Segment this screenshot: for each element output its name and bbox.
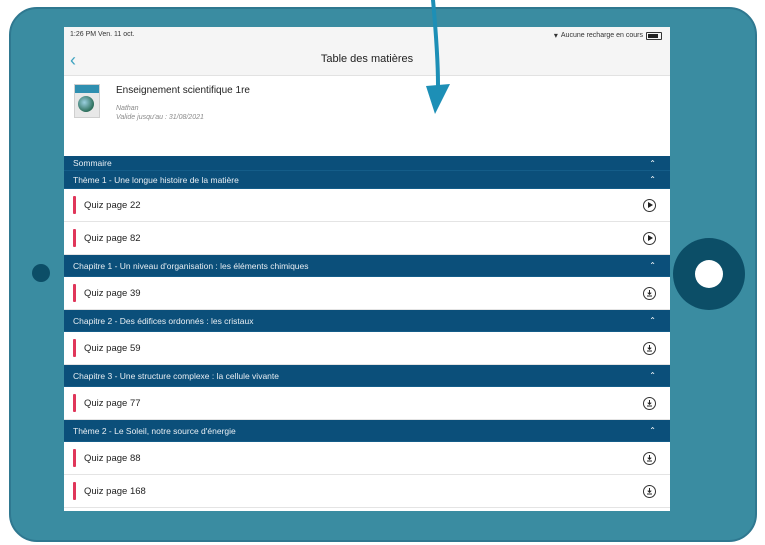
quiz-label: Quiz page 59 xyxy=(84,342,141,354)
pointer-arrow-icon xyxy=(426,0,450,114)
list-item[interactable]: Quiz page 59 xyxy=(64,332,670,365)
summary-label: Sommaire xyxy=(73,158,112,168)
section-title: Thème 2 - Le Soleil, notre source d'éner… xyxy=(73,425,236,436)
chevron-up-icon[interactable]: ⌃ xyxy=(649,316,656,325)
download-icon[interactable] xyxy=(643,484,656,498)
status-clock: 1:26 PM xyxy=(70,31,97,38)
camera-dot xyxy=(32,264,50,282)
section-header[interactable]: Chapitre 2 - Des édifices ordonnés : les… xyxy=(64,310,670,332)
chevron-up-icon[interactable]: ⌃ xyxy=(649,371,656,380)
list-item[interactable]: Quiz page 168 xyxy=(64,475,670,508)
list-item[interactable]: Quiz page 88 xyxy=(64,442,670,475)
book-title: Enseignement scientifique 1re xyxy=(116,85,250,96)
list-item[interactable]: Quiz page 22 xyxy=(64,189,670,222)
status-date: Ven. 11 oct. xyxy=(98,31,135,38)
play-icon[interactable] xyxy=(643,231,656,245)
wifi-icon: ▾ xyxy=(553,31,558,40)
battery-icon xyxy=(646,31,662,40)
download-icon[interactable] xyxy=(643,286,656,300)
chevron-up-icon[interactable]: ⌃ xyxy=(649,261,656,270)
chevron-up-icon[interactable]: ⌃ xyxy=(649,175,656,184)
accent-bar xyxy=(73,229,76,247)
chevron-up-icon[interactable]: ⌃ xyxy=(649,159,656,168)
section-title: Thème 1 - Une longue histoire de la mati… xyxy=(73,174,239,185)
book-info: Enseignement scientifique 1re Nathan Val… xyxy=(64,76,670,136)
accent-bar xyxy=(73,339,76,357)
quiz-label: Quiz page 22 xyxy=(84,199,141,211)
cover-image xyxy=(78,96,94,112)
list-item[interactable]: Quiz page 77 xyxy=(64,387,670,420)
section-title: Chapitre 3 - Une structure complexe : la… xyxy=(73,370,279,381)
section-header[interactable]: Chapitre 3 - Une structure complexe : la… xyxy=(64,365,670,387)
quiz-label: Quiz page 88 xyxy=(84,452,141,464)
list-item[interactable]: Quiz page 82 xyxy=(64,222,670,255)
status-charge: Aucune recharge en cours xyxy=(560,32,643,39)
status-right: ▾ Aucune recharge en cours xyxy=(554,31,662,40)
accent-bar xyxy=(73,449,76,467)
section-header[interactable]: Chapitre 1 - Un niveau d'organisation : … xyxy=(64,255,670,277)
quiz-label: Quiz page 82 xyxy=(84,232,141,244)
quiz-label: Quiz page 39 xyxy=(84,287,141,299)
nav-bar: ‹ Table des matières xyxy=(64,45,670,76)
accent-bar xyxy=(73,284,76,302)
accent-bar xyxy=(73,482,76,500)
section-title: Chapitre 1 - Un niveau d'organisation : … xyxy=(73,260,309,271)
download-icon[interactable] xyxy=(643,396,656,410)
home-button-center xyxy=(695,260,723,288)
play-icon[interactable] xyxy=(643,198,656,212)
section-title: Chapitre 2 - Des édifices ordonnés : les… xyxy=(73,315,254,326)
accent-bar xyxy=(73,394,76,412)
quiz-label: Quiz page 168 xyxy=(84,485,146,497)
download-icon[interactable] xyxy=(643,341,656,355)
book-cover xyxy=(74,84,100,118)
accent-bar xyxy=(73,196,76,214)
section-header[interactable]: Thème 2 - Le Soleil, notre source d'éner… xyxy=(64,420,670,442)
app-screen: 1:26 PM Ven. 11 oct. ▾ Aucune recharge e… xyxy=(64,27,670,511)
home-button[interactable] xyxy=(673,238,745,310)
list-item[interactable]: Quiz page 39 xyxy=(64,277,670,310)
page-title: Table des matières xyxy=(320,53,414,65)
section-header[interactable]: Thème 1 - Une longue histoire de la mati… xyxy=(64,171,670,189)
summary-header[interactable]: Sommaire ⌃ xyxy=(64,156,670,171)
status-time: 1:26 PM Ven. 11 oct. xyxy=(70,31,134,38)
chevron-up-icon[interactable]: ⌃ xyxy=(649,426,656,435)
quiz-label: Quiz page 77 xyxy=(84,397,141,409)
book-validity: Valide jusqu'au : 31/08/2021 xyxy=(116,114,204,121)
status-bar: 1:26 PM Ven. 11 oct. ▾ Aucune recharge e… xyxy=(64,27,670,45)
download-icon[interactable] xyxy=(643,451,656,465)
table-of-contents: Sommaire ⌃ Thème 1 - Une longue histoire… xyxy=(64,156,670,508)
book-publisher: Nathan xyxy=(116,105,139,112)
